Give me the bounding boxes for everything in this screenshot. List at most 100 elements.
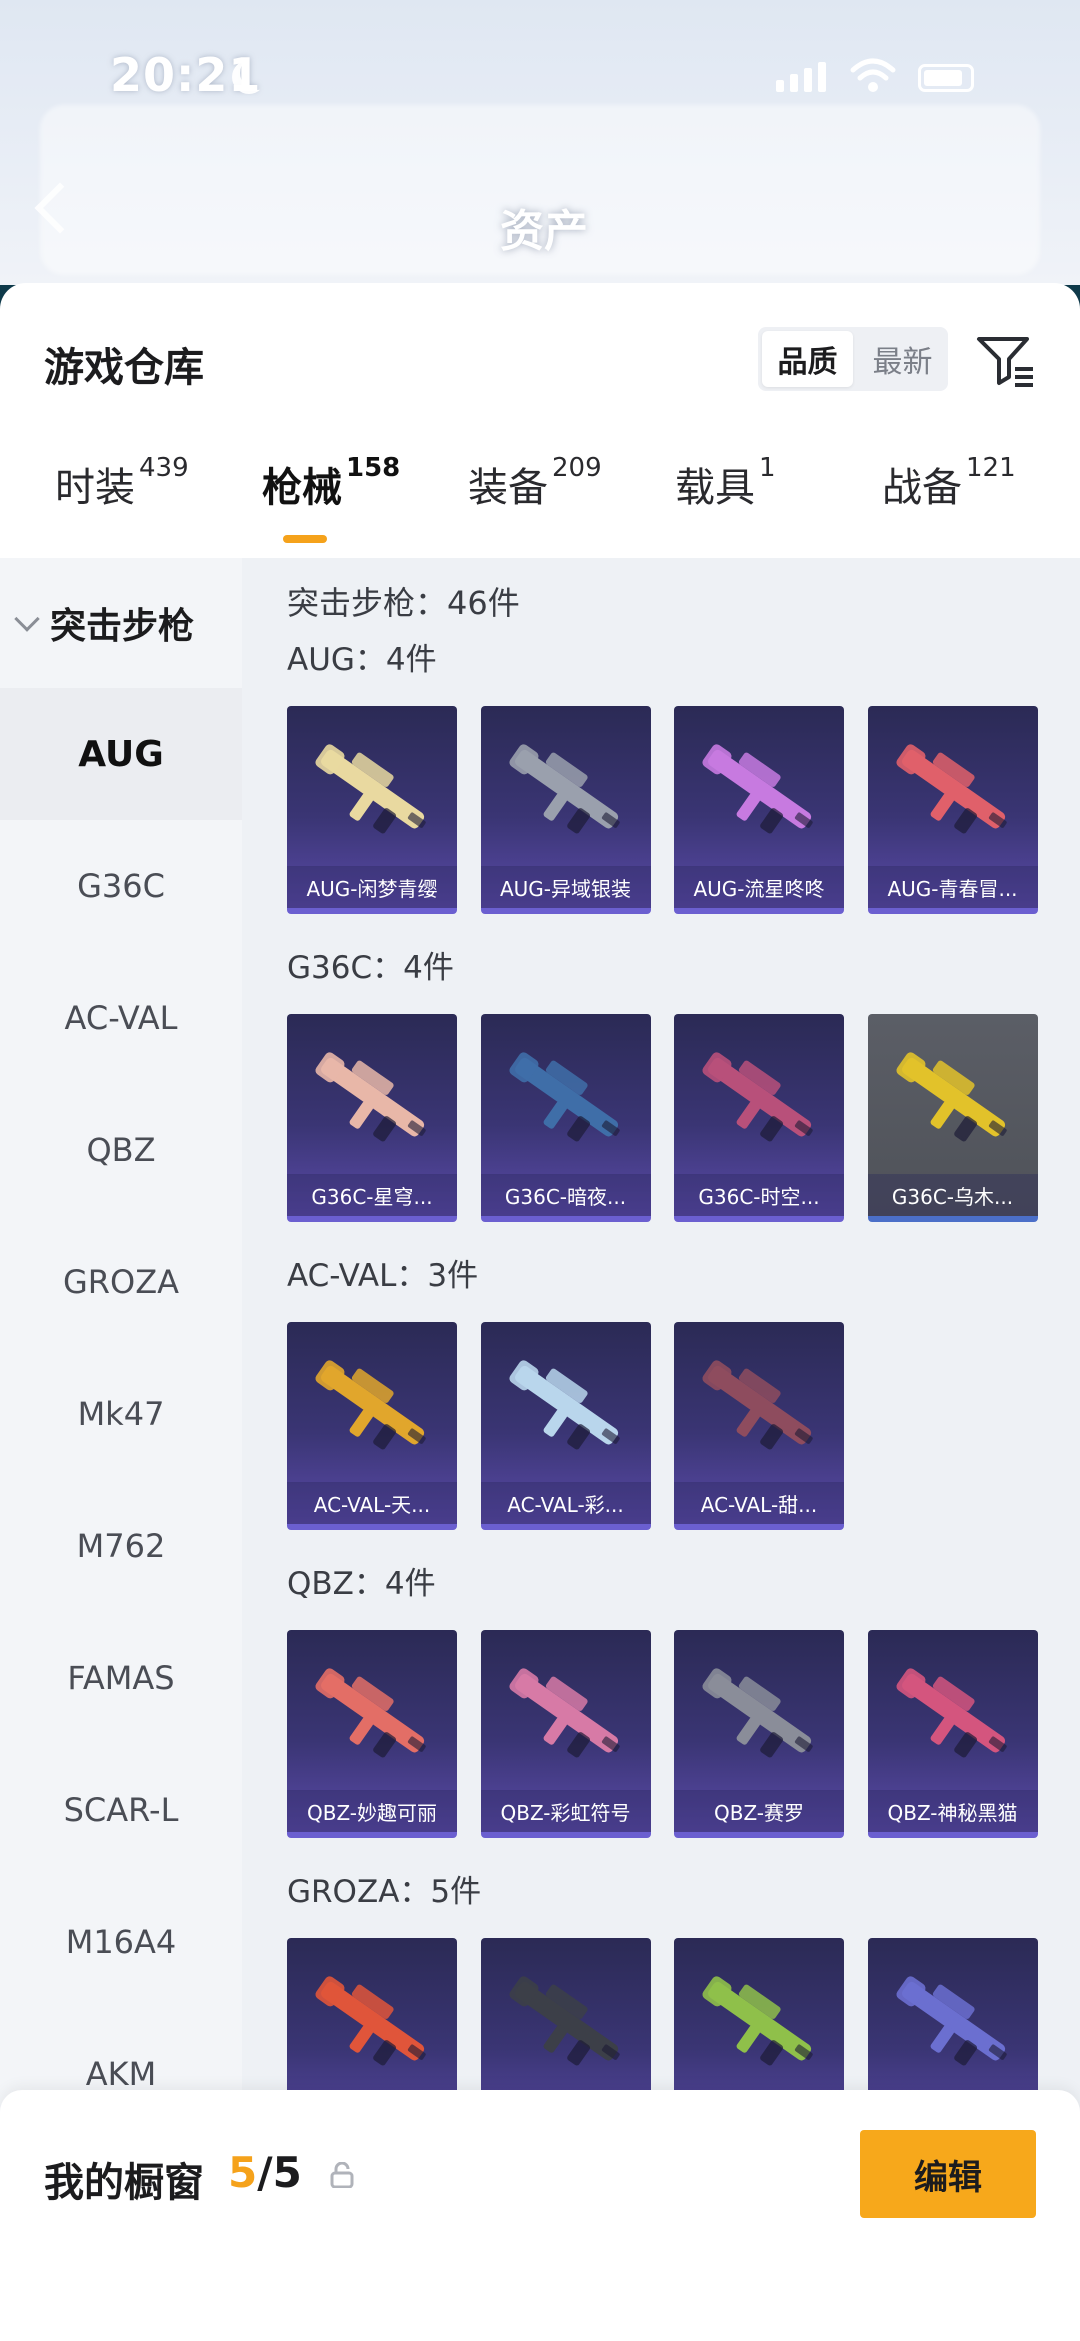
rifle-icon [702,1052,813,1142]
skin-card[interactable]: AC-VAL-天... [287,1322,457,1530]
rifle-icon [895,1052,1007,1142]
sort-quality[interactable]: 品质 [762,331,853,387]
skin-label: QBZ-赛罗 [674,1790,844,1832]
showcase-bar: 我的橱窗 5/5 编辑 [0,2090,1080,2341]
warehouse-sheet: 游戏仓库 品质 最新 时装 439 枪械 158 装备 209 载具 1 战备 121 突… [0,283,1080,2341]
showcase-label: 我的橱窗 [44,2160,204,2206]
showcase-count: 5/5 [228,2148,302,2197]
weapon-sidebar: 突击步枪 AUG G36C AC-VAL QBZ GROZA Mk47 M762 FAMAS S… [0,558,242,2341]
skin-card[interactable]: AUG-异域银装 [480,706,651,914]
weapon-grid: 突击步枪：46件 AUG：4件 AUG-闲梦青缨 AUG-异域银装 AUG-流星咚咚 A… [242,558,1080,2341]
skin-label: AUG-闲梦青缨 [287,866,457,908]
signal-icon [776,62,826,92]
sort-toggle: 品质 最新 [758,327,948,391]
battery-icon [918,64,974,92]
rifle-icon [702,1360,813,1450]
skin-card[interactable]: AC-VAL-彩... [480,1322,651,1530]
tab-vehicles[interactable]: 载具 1 [675,453,776,513]
tab-guns[interactable]: 枪械 158 [262,453,401,513]
rifle-icon [508,744,620,834]
sidebar-item-aug[interactable]: AUG [0,688,242,820]
tab-count: 121 [966,453,1016,483]
skin-label: AUG-青春冒... [867,866,1038,908]
showcase-count-total: /5 [257,2148,302,2197]
chevron-down-icon [14,606,40,632]
skin-label: AUG-流星咚咚 [674,866,844,908]
skin-card[interactable]: G36C-暗夜... [480,1014,651,1222]
rifle-icon [895,744,1007,834]
category-header[interactable]: 突击步枪 [0,558,242,688]
skin-card[interactable]: AUG-流星咚咚 [674,706,844,914]
skin-label: G36C-星穹... [287,1174,457,1216]
tab-label: 装备 [468,465,548,511]
skin-label: QBZ-妙趣可丽 [287,1790,457,1832]
rifle-icon [315,1976,426,2066]
sidebar-item-g36c[interactable]: G36C [0,820,242,952]
group-title: GROZA：5件 [287,1874,482,1910]
active-tab-indicator [283,535,327,543]
skin-card[interactable]: AC-VAL-甜... [674,1322,844,1530]
skin-card[interactable]: AUG-青春冒... [867,706,1038,914]
weapon-list: AUG G36C AC-VAL QBZ GROZA Mk47 M762 FAMAS SCAR-L… [0,688,242,2140]
rifle-icon [702,1668,813,1758]
skin-card[interactable]: G36C-时空... [674,1014,844,1222]
rifle-icon [895,1668,1007,1758]
skin-card[interactable]: QBZ-赛罗 [674,1630,844,1838]
rifle-icon [315,744,426,834]
tab-label: 载具 [675,465,755,511]
sidebar-item-scar-l[interactable]: SCAR-L [0,1744,242,1876]
app-header-backdrop: 20:21 资产 [0,0,1080,285]
group-title: QBZ：4件 [287,1566,436,1602]
showcase-count-current: 5 [228,2148,258,2197]
wifi-icon [850,58,896,92]
tab-outfits[interactable]: 时装 439 [55,453,189,513]
rifle-icon [315,1052,426,1142]
skin-card[interactable]: G36C-星穹... [287,1014,457,1222]
sort-newest[interactable]: 最新 [857,327,948,391]
tab-gear[interactable]: 战备 121 [882,453,1016,513]
sidebar-item-groza[interactable]: GROZA [0,1216,242,1348]
group-title: AUG：4件 [287,642,437,678]
tab-count: 209 [552,453,602,483]
tab-count: 439 [139,453,189,483]
tab-count: 158 [346,453,401,483]
sidebar-item-famas[interactable]: FAMAS [0,1612,242,1744]
tab-label: 时装 [55,465,135,511]
sidebar-item-ac-val[interactable]: AC-VAL [0,952,242,1084]
skin-card[interactable]: QBZ-彩虹符号 [480,1630,651,1838]
moon-icon [240,56,274,90]
skin-card[interactable]: G36C-乌木... [867,1014,1038,1222]
rifle-icon [508,1052,620,1142]
edit-button[interactable]: 编辑 [860,2130,1036,2218]
filter-icon[interactable] [975,333,1035,389]
tab-count: 1 [759,453,776,483]
category-tabs: 时装 439 枪械 158 装备 209 载具 1 战备 121 [0,453,1080,555]
group-title: AC-VAL：3件 [287,1258,479,1294]
skin-label: G36C-乌木... [867,1174,1038,1216]
sidebar-item-qbz[interactable]: QBZ [0,1084,242,1216]
skin-card[interactable]: QBZ-妙趣可丽 [287,1630,457,1838]
tab-label: 枪械 [262,465,342,511]
skin-card[interactable]: QBZ-神秘黑猫 [867,1630,1038,1838]
skin-label: G36C-暗夜... [480,1174,651,1216]
category-total: 突击步枪：46件 [287,584,520,622]
rifle-icon [508,1668,620,1758]
skin-label: AC-VAL-天... [287,1482,457,1524]
rifle-icon [895,1976,1007,2066]
skin-label: AUG-异域银装 [480,866,651,908]
rifle-icon [702,744,813,834]
lock-icon [330,2162,354,2188]
rifle-icon [315,1668,426,1758]
skin-label: QBZ-神秘黑猫 [867,1790,1038,1832]
status-time: 20:21 [110,48,262,102]
tab-label: 战备 [882,465,962,511]
header-title: 资产 [500,206,588,257]
sidebar-item-m762[interactable]: M762 [0,1480,242,1612]
sidebar-item-mk47[interactable]: Mk47 [0,1348,242,1480]
skin-label: AC-VAL-甜... [674,1482,844,1524]
rifle-icon [508,1360,620,1450]
sidebar-item-m16a4[interactable]: M16A4 [0,1876,242,2008]
skin-card[interactable]: AUG-闲梦青缨 [287,706,457,914]
tab-equipment[interactable]: 装备 209 [468,453,602,513]
skin-label: QBZ-彩虹符号 [480,1790,651,1832]
